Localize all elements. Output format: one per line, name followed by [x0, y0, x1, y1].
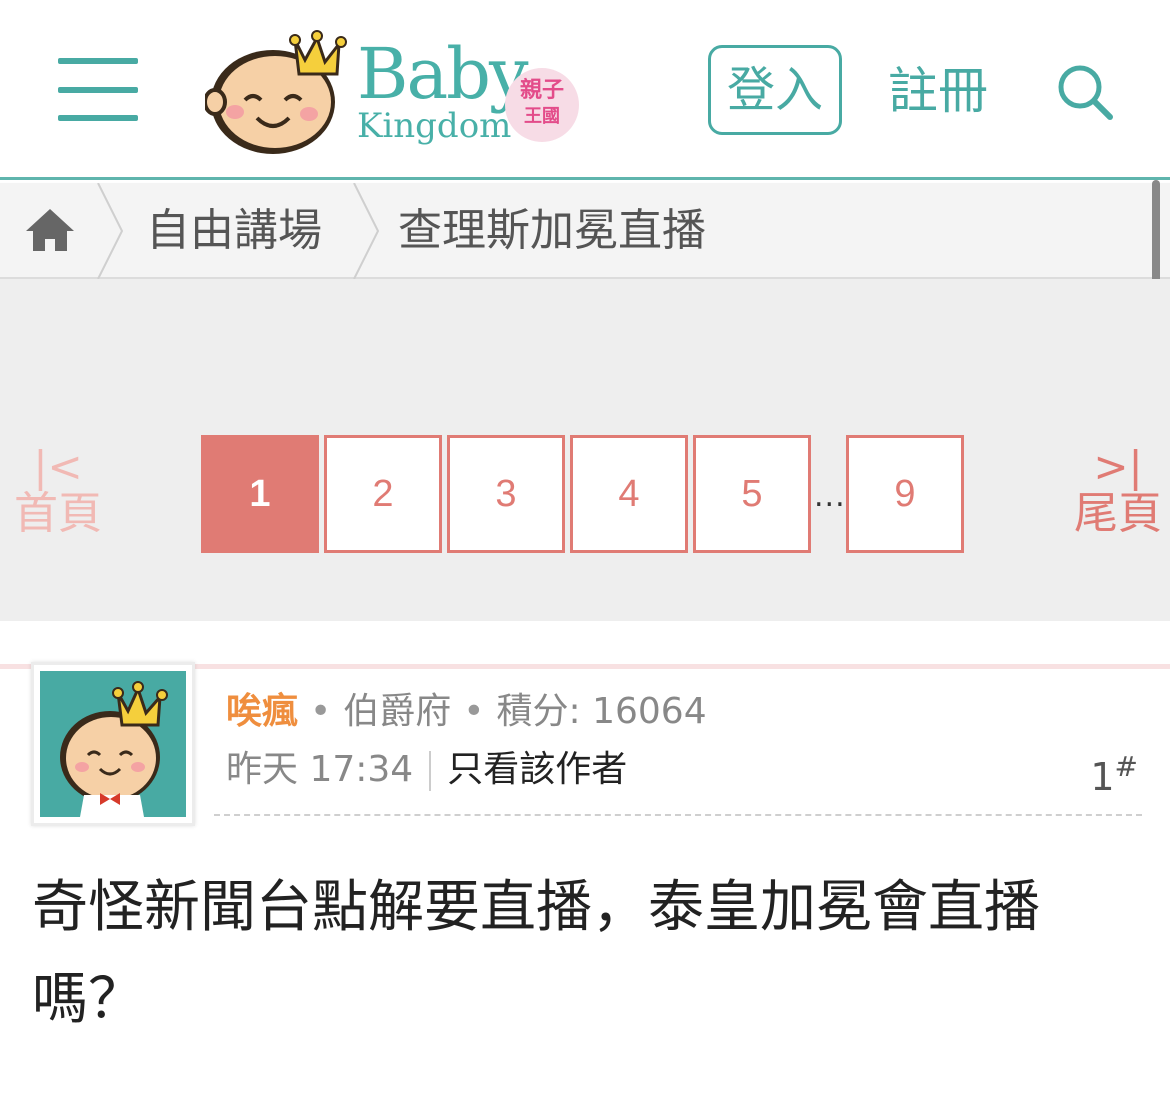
page-button[interactable]: 4: [570, 435, 688, 553]
page-button[interactable]: 3: [447, 435, 565, 553]
page-button-current[interactable]: 1: [201, 435, 319, 553]
avatar-image: [40, 671, 186, 817]
site-logo[interactable]: Baby Kingdom 親子 王國: [205, 30, 585, 155]
pagination: |< 首頁 1 2 3 4 5 ... 9 >| 尾頁: [0, 279, 1170, 621]
chevron-right-icon: [97, 183, 124, 279]
last-page-button[interactable]: >| 尾頁: [1068, 445, 1168, 539]
floor-number-value: 1: [1090, 755, 1115, 799]
meta-separator: [429, 751, 432, 791]
logo-badge: 親子 王國: [505, 68, 579, 142]
logo-badge-line1: 親子: [519, 78, 564, 103]
top-header: Baby Kingdom 親子 王國 登入 註冊: [0, 0, 1170, 180]
page-ellipsis: ...: [814, 479, 846, 514]
first-page-icon: |<: [33, 442, 83, 491]
breadcrumb-item-forum[interactable]: 自由講場: [146, 203, 322, 259]
chevron-right-icon: [353, 183, 380, 279]
page-button[interactable]: 5: [693, 435, 811, 553]
logo-text-baby: Baby: [357, 33, 529, 115]
home-icon[interactable]: [24, 207, 76, 253]
menu-icon[interactable]: [58, 58, 140, 122]
author-score: 積分: 16064: [496, 691, 707, 732]
post-content: 奇怪新聞台點解要直播，泰皇加冕會直播嗎？: [32, 875, 1040, 1032]
meta-dot: •: [463, 691, 485, 732]
floor-number: 1#: [1090, 742, 1138, 802]
baby-mascot-icon: [205, 30, 347, 154]
page-button[interactable]: 2: [324, 435, 442, 553]
post-time-line: 昨天 17:34 只看該作者: [226, 746, 627, 794]
author-rank: 伯爵府: [343, 691, 452, 732]
first-page-label: 首頁: [14, 488, 102, 539]
breadcrumb-item-thread[interactable]: 查理斯加冕直播: [398, 203, 706, 259]
post-time: 昨天 17:34: [226, 749, 414, 790]
only-author-link[interactable]: 只看該作者: [447, 749, 627, 790]
post-meta-divider: [214, 814, 1142, 816]
page-button-last-number[interactable]: 9: [846, 435, 964, 553]
author-name[interactable]: 唉瘋: [226, 691, 298, 732]
login-button[interactable]: 登入: [708, 45, 842, 135]
floor-mark: #: [1114, 750, 1138, 783]
register-link[interactable]: 註冊: [888, 58, 988, 124]
logo-badge-line2: 王國: [524, 106, 560, 127]
last-page-label: 尾頁: [1074, 488, 1162, 539]
search-icon[interactable]: [1055, 62, 1115, 122]
first-page-button[interactable]: |< 首頁: [8, 445, 108, 539]
logo-text-kingdom: Kingdom: [357, 106, 512, 146]
last-page-icon: >|: [1093, 442, 1143, 491]
baby-avatar-icon: [60, 681, 168, 817]
breadcrumb: 自由講場 查理斯加冕直播: [0, 183, 1170, 279]
avatar[interactable]: [31, 662, 195, 826]
post-author-line: 唉瘋 • 伯爵府 • 積分: 16064: [226, 688, 707, 736]
meta-dot: •: [310, 691, 332, 732]
